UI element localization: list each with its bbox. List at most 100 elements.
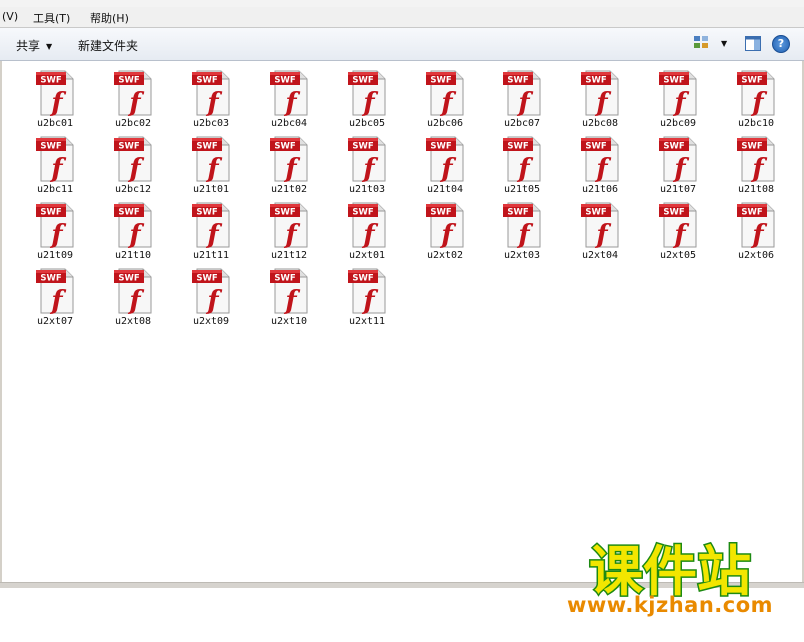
file-name: u2xt07: [36, 316, 74, 327]
file-name: u2bc06: [426, 118, 464, 129]
file-item[interactable]: SWF f u21t01: [176, 135, 246, 197]
swf-file-icon: SWF f: [502, 69, 542, 118]
file-item[interactable]: SWF f u21t08: [721, 135, 791, 197]
new-folder-button[interactable]: 新建文件夹: [78, 37, 138, 54]
file-item[interactable]: SWF f u21t06: [565, 135, 635, 197]
file-item[interactable]: SWF f u21t07: [643, 135, 713, 197]
file-item[interactable]: SWF f u2xt07: [20, 267, 90, 329]
menu-tools[interactable]: 工具(T): [33, 10, 70, 26]
watermark-url: www.kjzhan.com: [566, 593, 774, 617]
swf-file-icon: SWF f: [113, 69, 153, 118]
file-name: u21t10: [114, 250, 152, 261]
file-name: u2xt04: [581, 250, 619, 261]
svg-text:SWF: SWF: [196, 208, 217, 218]
menu-view[interactable]: (V): [2, 10, 18, 23]
swf-file-icon: SWF f: [269, 69, 309, 118]
svg-text:SWF: SWF: [507, 208, 528, 218]
file-name: u2xt01: [348, 250, 386, 261]
swf-file-icon: SWF f: [347, 267, 387, 316]
swf-file-icon: SWF f: [35, 135, 75, 184]
svg-text:SWF: SWF: [40, 208, 61, 218]
svg-text:SWF: SWF: [430, 208, 451, 218]
swf-file-icon: SWF f: [658, 69, 698, 118]
svg-text:SWF: SWF: [585, 76, 606, 86]
file-name: u2xt06: [737, 250, 775, 261]
file-name: u2bc11: [36, 184, 74, 195]
file-name: u21t04: [426, 184, 464, 195]
file-name: u21t02: [270, 184, 308, 195]
preview-pane-icon[interactable]: [745, 36, 761, 54]
file-item[interactable]: SWF f u2bc01: [20, 69, 90, 131]
file-item[interactable]: SWF f u2bc04: [254, 69, 324, 131]
file-item[interactable]: SWF f u2xt06: [721, 201, 791, 263]
file-item[interactable]: SWF f u2bc05: [332, 69, 402, 131]
file-name: u21t06: [581, 184, 619, 195]
file-name: u2bc10: [737, 118, 775, 129]
svg-text:SWF: SWF: [585, 208, 606, 218]
file-item[interactable]: SWF f u2xt08: [98, 267, 168, 329]
file-item[interactable]: SWF f u2bc02: [98, 69, 168, 131]
swf-file-icon: SWF f: [191, 69, 231, 118]
file-item[interactable]: SWF f u21t05: [487, 135, 557, 197]
file-name: u21t05: [503, 184, 541, 195]
swf-file-icon: SWF f: [580, 135, 620, 184]
file-item[interactable]: SWF f u2xt05: [643, 201, 713, 263]
file-item[interactable]: SWF f u2bc12: [98, 135, 168, 197]
swf-file-icon: SWF f: [35, 69, 75, 118]
chevron-down-icon: ▼: [46, 42, 53, 51]
command-toolbar: 共享 ▼ 新建文件夹 ▼ ?: [0, 28, 804, 61]
file-item[interactable]: SWF f u2bc03: [176, 69, 246, 131]
file-item[interactable]: SWF f u2xt11: [332, 267, 402, 329]
swf-file-icon: SWF f: [269, 267, 309, 316]
file-item[interactable]: SWF f u2bc08: [565, 69, 635, 131]
svg-text:SWF: SWF: [352, 142, 373, 152]
swf-file-icon: SWF f: [425, 135, 465, 184]
menu-help[interactable]: 帮助(H): [90, 10, 129, 26]
swf-file-icon: SWF f: [113, 201, 153, 250]
file-item[interactable]: SWF f u2xt03: [487, 201, 557, 263]
file-name: u2xt08: [114, 316, 152, 327]
svg-text:SWF: SWF: [663, 142, 684, 152]
file-item[interactable]: SWF f u21t04: [410, 135, 480, 197]
file-list-pane[interactable]: SWF f u2bc01 SWF f u2bc02 SWF f u2bc03 SWF f u2bc04…: [2, 61, 802, 582]
file-item[interactable]: SWF f u21t10: [98, 201, 168, 263]
file-item[interactable]: SWF f u2bc11: [20, 135, 90, 197]
file-item[interactable]: SWF f u2xt02: [410, 201, 480, 263]
file-item[interactable]: SWF f u21t11: [176, 201, 246, 263]
file-name: u21t01: [192, 184, 230, 195]
file-name: u2bc12: [114, 184, 152, 195]
swf-file-icon: SWF f: [736, 135, 776, 184]
view-options-icon[interactable]: [694, 36, 710, 53]
file-name: u2xt10: [270, 316, 308, 327]
svg-text:SWF: SWF: [40, 274, 61, 284]
file-name: u21t03: [348, 184, 386, 195]
file-item[interactable]: SWF f u21t09: [20, 201, 90, 263]
file-name: u2bc08: [581, 118, 619, 129]
svg-text:SWF: SWF: [196, 274, 217, 284]
file-item[interactable]: SWF f u2xt09: [176, 267, 246, 329]
view-dropdown-icon[interactable]: ▼: [721, 39, 727, 48]
share-label: 共享: [16, 39, 41, 53]
swf-file-icon: SWF f: [191, 201, 231, 250]
file-name: u21t11: [192, 250, 230, 261]
file-item[interactable]: SWF f u2xt04: [565, 201, 635, 263]
file-item[interactable]: SWF f u2bc09: [643, 69, 713, 131]
file-name: u2bc07: [503, 118, 541, 129]
svg-text:SWF: SWF: [40, 142, 61, 152]
file-item[interactable]: SWF f u2bc07: [487, 69, 557, 131]
file-item[interactable]: SWF f u2xt01: [332, 201, 402, 263]
file-item[interactable]: SWF f u2xt10: [254, 267, 324, 329]
swf-file-icon: SWF f: [425, 201, 465, 250]
file-item[interactable]: SWF f u2bc06: [410, 69, 480, 131]
file-name: u2bc02: [114, 118, 152, 129]
svg-text:SWF: SWF: [663, 208, 684, 218]
swf-file-icon: SWF f: [191, 135, 231, 184]
file-item[interactable]: SWF f u21t03: [332, 135, 402, 197]
share-button[interactable]: 共享 ▼: [16, 37, 52, 54]
help-icon[interactable]: ?: [772, 35, 790, 53]
file-item[interactable]: SWF f u21t12: [254, 201, 324, 263]
svg-text:SWF: SWF: [741, 76, 762, 86]
swf-file-icon: SWF f: [347, 135, 387, 184]
file-item[interactable]: SWF f u2bc10: [721, 69, 791, 131]
file-item[interactable]: SWF f u21t02: [254, 135, 324, 197]
